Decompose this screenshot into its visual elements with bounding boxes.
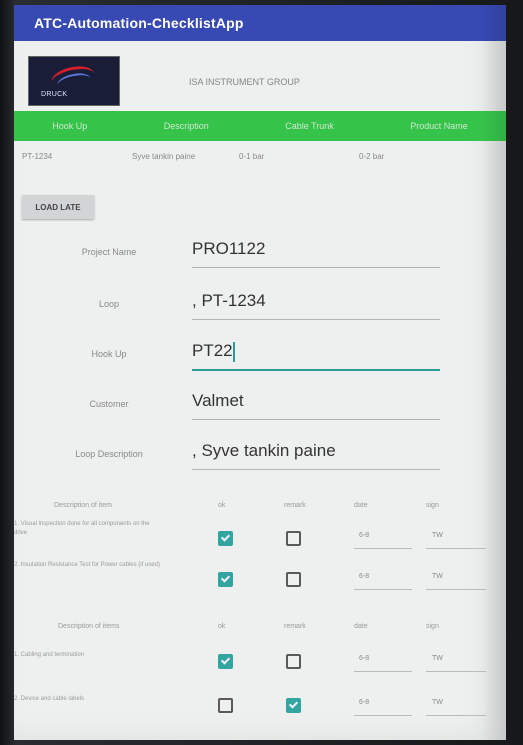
app-title: ATC-Automation-ChecklistApp [34, 15, 244, 31]
company-logo: DRUCK [28, 56, 120, 106]
ok-checkbox[interactable] [218, 698, 233, 713]
project-name-input[interactable]: PRO1122 [192, 239, 440, 259]
table2-header: Description of items ok remark date sign [14, 623, 506, 641]
date-input[interactable]: 6-8 [359, 532, 369, 539]
table2-row: 1. Cabling and termination 6-8 TW [14, 643, 506, 683]
loop-description-input[interactable]: , Syve tankin paine [192, 441, 440, 461]
ok-checkbox[interactable] [218, 531, 233, 546]
company-name: ISA INSTRUMENT GROUP [189, 77, 300, 87]
table2-col-ok: ok [218, 623, 226, 630]
hookup-value: PT22 [192, 341, 233, 360]
section-bar-item: Hook Up [52, 121, 88, 131]
sign-underline [426, 671, 486, 672]
table1-row: 2. Insulation Resistance Test for Power … [14, 561, 506, 601]
ok-checkbox[interactable] [218, 572, 233, 587]
table2-col-desc: Description of items [58, 623, 120, 630]
logo-text: DRUCK [41, 91, 68, 98]
app-bar: ATC-Automation-ChecklistApp [14, 5, 506, 41]
table2-col-remark: remark [284, 623, 306, 630]
section-bar-item: Description [163, 121, 209, 131]
sign-input[interactable]: TW [432, 699, 443, 706]
project-name-row: Project Name PRO1122 [14, 233, 506, 275]
table2-col-date: date [354, 623, 368, 630]
date-underline [354, 589, 412, 590]
table1-col-ok: ok [218, 502, 226, 509]
customer-underline [192, 419, 440, 420]
sign-input[interactable]: TW [432, 655, 443, 662]
hookup-row: Hook Up PT22 [14, 335, 506, 377]
hookup-input[interactable]: PT22 [192, 341, 440, 362]
remark-checkbox[interactable] [286, 572, 301, 587]
info-tag: PT-1234 [22, 151, 53, 161]
sign-underline [426, 715, 486, 716]
project-name-label: Project Name [81, 247, 137, 257]
sign-input[interactable]: TW [432, 573, 443, 580]
info-high: 0-2 bar [359, 151, 385, 161]
table2-row: 2. Device and cable labels 6-8 TW [14, 687, 506, 727]
date-input[interactable]: 6-8 [359, 655, 369, 662]
loop-description-row: Loop Description , Syve tankin paine [14, 435, 506, 477]
customer-row: Customer Valmet [14, 385, 506, 427]
app-screen: ATC-Automation-ChecklistApp DRUCK ISA IN… [14, 5, 506, 740]
section-bar-item: Product Name [410, 121, 468, 131]
sign-underline [426, 548, 486, 549]
ok-checkbox[interactable] [218, 654, 233, 669]
loop-description-underline [192, 469, 440, 470]
date-underline [354, 671, 412, 672]
loop-underline [192, 319, 440, 320]
info-desc: Syve tankin paine [132, 151, 196, 161]
load-button[interactable]: LOAD LATE [22, 195, 94, 219]
remark-checkbox[interactable] [286, 531, 301, 546]
table1-col-desc: Description of item [54, 502, 112, 509]
table1-col-date: date [354, 502, 368, 509]
loop-label: Loop [98, 299, 120, 309]
date-underline [354, 548, 412, 549]
info-low: 0-1 bar [239, 151, 265, 161]
sign-underline [426, 589, 486, 590]
sign-input[interactable]: TW [432, 532, 443, 539]
date-underline [354, 715, 412, 716]
table1-row-desc: 1. Visual inspection done for all compon… [14, 521, 150, 536]
info-row: PT-1234 Syve tankin paine 0-1 bar 0-2 ba… [14, 141, 506, 171]
hookup-underline [192, 369, 440, 371]
section-bar-item: Cable Trunk [285, 121, 334, 131]
customer-input[interactable]: Valmet [192, 391, 440, 411]
text-cursor [232, 341, 235, 362]
table1-col-sign: sign [426, 502, 439, 509]
table2-row-desc: 2. Device and cable labels [14, 696, 85, 702]
table1-col-remark: remark [284, 502, 306, 509]
table1-row: 1. Visual inspection done for all compon… [14, 520, 506, 560]
loop-description-label: Loop Description [75, 449, 143, 459]
loop-input[interactable]: , PT-1234 [192, 291, 440, 311]
section-bar: Hook Up Description Cable Trunk Product … [14, 111, 506, 141]
table2-col-sign: sign [426, 623, 439, 630]
table1-header: Description of item ok remark date sign [14, 502, 506, 520]
loop-row: Loop , PT-1234 [14, 285, 506, 327]
remark-checkbox[interactable] [286, 698, 301, 713]
date-input[interactable]: 6-8 [359, 699, 369, 706]
remark-checkbox[interactable] [286, 654, 301, 669]
header: DRUCK ISA INSTRUMENT GROUP [14, 41, 506, 111]
project-name-underline [192, 267, 440, 268]
date-input[interactable]: 6-8 [359, 573, 369, 580]
hookup-label: Hook Up [91, 349, 127, 359]
table1-row-desc: 2. Insulation Resistance Test for Power … [14, 562, 160, 568]
screen-shadow [482, 5, 506, 740]
customer-label: Customer [89, 399, 129, 409]
table2-row-desc: 1. Cabling and termination [14, 652, 85, 658]
